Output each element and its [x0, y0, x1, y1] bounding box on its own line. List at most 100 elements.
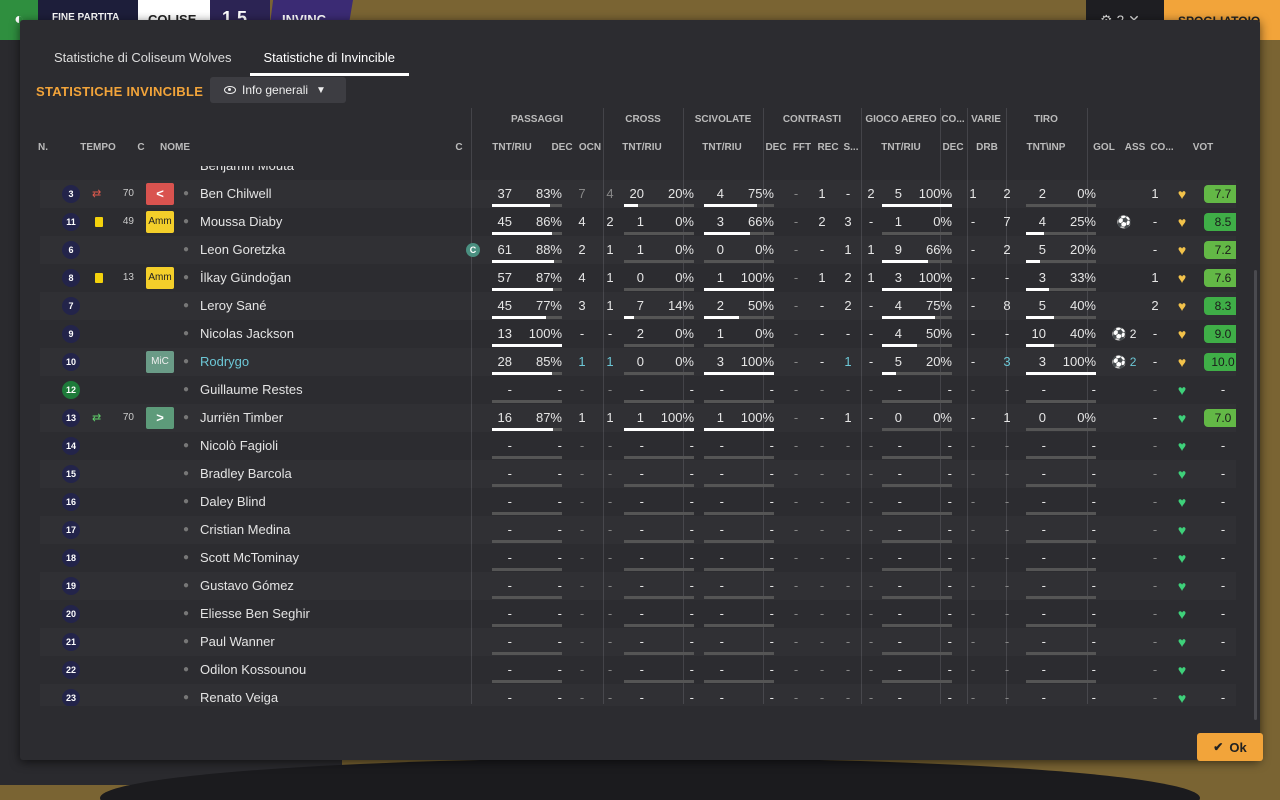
- pass-ocn: 4: [606, 186, 614, 201]
- rating: -: [1220, 466, 1226, 481]
- col-captain[interactable]: C: [452, 142, 466, 153]
- player-name[interactable]: Bradley Barcola: [200, 460, 460, 488]
- col-con-fft[interactable]: FFT: [790, 142, 814, 153]
- col-pass-tnt[interactable]: TNT/RIU: [482, 142, 542, 153]
- col-sciv-tnt[interactable]: TNT/RIU: [692, 142, 752, 153]
- player-name[interactable]: Ben Chilwell: [200, 180, 460, 208]
- rating-badge: 7.0: [1204, 409, 1236, 427]
- table-row[interactable]: 21 ● Paul Wanner - - - - - - - - - - - - - - - - - - - ♥ -: [40, 628, 1236, 656]
- ass: -: [1152, 690, 1158, 705]
- pass-ocn: -: [607, 494, 613, 509]
- player-name[interactable]: Nicolò Fagioli: [200, 432, 460, 460]
- pass-ocn: 1: [606, 270, 614, 285]
- pass-ocn: 1: [606, 298, 614, 313]
- ok-button[interactable]: ✔ Ok: [1197, 733, 1263, 761]
- player-name[interactable]: Odilon Kossounou: [200, 656, 460, 684]
- col-cross-tnt[interactable]: TNT/RIU: [612, 142, 672, 153]
- c-bar-track: [624, 624, 694, 627]
- p-bar-fill: [492, 204, 550, 207]
- table-row[interactable]: 6 ● Leon Goretzka C 61 88% 2 1 1 0% 0 0% - -1 1 9 66% -2 5…: [40, 236, 1236, 264]
- c-bar-track: [624, 484, 694, 487]
- table-row[interactable]: 10 MiC ● Rodrygo 28 85% 1 1 0 0% 3 100% - -1-5 20% -3 3 1…: [40, 348, 1236, 376]
- table-row[interactable]: 7 ● Leroy Sané 45 77% 3 1 7 14% 2 50% - -2-4 75% -8 5 40…: [40, 292, 1236, 320]
- table-row[interactable]: 19 ● Gustavo Gómez - - - - - - - - - - - - - - - - - - - ♥ -: [40, 572, 1236, 600]
- col-co-dec[interactable]: DEC: [940, 142, 966, 153]
- eye-icon: [224, 86, 236, 94]
- col-aereo-tnt[interactable]: TNT/RIU: [870, 142, 932, 153]
- player-name[interactable]: Leon Goretzka: [200, 236, 460, 264]
- player-name[interactable]: Cristian Medina: [200, 516, 460, 544]
- shirt-number-badge: 17: [62, 521, 80, 539]
- col-pass-ocn[interactable]: OCN: [576, 142, 604, 153]
- heart-icon: ♥: [1177, 578, 1187, 594]
- table-row[interactable]: 11 49 Amm ● Moussa Diaby 45 86% 4 2 1 0% 3 66% -2 3-1 0…: [40, 208, 1236, 236]
- table-row[interactable]: Benjamin Mouta: [40, 166, 1236, 180]
- pass-ocn: -: [607, 550, 613, 565]
- player-name[interactable]: Daley Blind: [200, 488, 460, 516]
- col-n[interactable]: N.: [38, 142, 52, 153]
- co-dec: -: [970, 662, 976, 677]
- table-row[interactable]: 23 ● Renato Veiga - - - - - - - - - - - - - - - - - - - ♥ -: [40, 684, 1236, 706]
- col-con-s[interactable]: S...: [841, 142, 861, 153]
- col-pass-dec[interactable]: DEC: [550, 142, 574, 153]
- p-bar-track: [492, 540, 562, 543]
- col-tiro-tnt[interactable]: TNT\INP: [1016, 142, 1076, 153]
- table-scrollbar[interactable]: [1254, 270, 1257, 720]
- con-fft: -: [819, 410, 825, 425]
- col-tempo[interactable]: TEMPO: [78, 142, 118, 153]
- pass-ocn: -: [607, 466, 613, 481]
- tab-home-stats[interactable]: Statistiche di Coliseum Wolves: [40, 44, 246, 76]
- table-row[interactable]: 16 ● Daley Blind - - - - - - - - - - - - - - - - - - - ♥ -: [40, 488, 1236, 516]
- col-co2[interactable]: CO...: [1148, 142, 1176, 153]
- col-nome[interactable]: NOME: [160, 142, 200, 153]
- col-vot[interactable]: VOT: [1186, 142, 1220, 153]
- co-dec: -: [970, 690, 976, 705]
- player-name[interactable]: Scott McTominay: [200, 544, 460, 572]
- table-row[interactable]: 13 ⇄ 70 > ● Jurriën Timber 16 87% 1 1 1 100% 1 100% - -…: [40, 404, 1236, 432]
- c-bar-track: [624, 456, 694, 459]
- con-fft: -: [819, 606, 825, 621]
- player-name[interactable]: Gustavo Gómez: [200, 572, 460, 600]
- a-bar-track: [882, 624, 952, 627]
- col-con-dec[interactable]: DEC: [764, 142, 788, 153]
- con-rec: -: [845, 466, 851, 481]
- player-name[interactable]: Jurriën Timber: [200, 404, 460, 432]
- con-dec: -: [793, 242, 799, 257]
- table-row[interactable]: 8 13 Amm ● İlkay Gündoğan 57 87% 4 1 0 0% 1 100% -1 2 1…: [40, 264, 1236, 292]
- pass-ocn: 1: [606, 410, 614, 425]
- table-row[interactable]: 22 ● Odilon Kossounou - - - - - - - - - - - - - - - - - - - ♥ -: [40, 656, 1236, 684]
- table-row[interactable]: 12 ● Guillaume Restes - - - - - - - - - - - - - - - - - - - ♥ -: [40, 376, 1236, 404]
- tab-away-stats[interactable]: Statistiche di Invincible: [249, 44, 410, 76]
- player-name[interactable]: Paul Wanner: [200, 628, 460, 656]
- con-s: -: [868, 410, 874, 425]
- col-con-rec[interactable]: REC: [816, 142, 840, 153]
- table-row[interactable]: 20 ● Eliesse Ben Seghir - - - - - - - - - - - - - - - - - - -…: [40, 600, 1236, 628]
- player-name[interactable]: Renato Veiga: [200, 684, 460, 706]
- col-varie-drb[interactable]: DRB: [974, 142, 1000, 153]
- player-name[interactable]: Eliesse Ben Seghir: [200, 600, 460, 628]
- pass-ocn: 1: [606, 354, 614, 369]
- s-bar-fill: [704, 232, 750, 235]
- c-bar-track: [624, 596, 694, 599]
- player-name[interactable]: Leroy Sané: [200, 292, 460, 320]
- player-name[interactable]: Nicolas Jackson: [200, 320, 460, 348]
- table-row[interactable]: 14 ● Nicolò Fagioli - - - - - - - - - - - - - - - - - - - ♥ -: [40, 432, 1236, 460]
- table-row[interactable]: 17 ● Cristian Medina - - - - - - - - - - - - - - - - - - - ♥ -: [40, 516, 1236, 544]
- table-row[interactable]: 9 ● Nicolas Jackson 13 100% - -2 0% 1 0% - - - -4 50% -…: [40, 320, 1236, 348]
- col-ass[interactable]: ASS: [1122, 142, 1148, 153]
- col-gol[interactable]: GOL: [1090, 142, 1118, 153]
- player-name[interactable]: Rodrygo: [200, 348, 460, 376]
- substitution-icon: ⇄: [92, 412, 102, 424]
- table-row[interactable]: 3 ⇄ 70 < ● Ben Chilwell 37 83% 7 4 20 20% 4 75% -1-2 5 1…: [40, 180, 1236, 208]
- player-icon: ●: [183, 692, 190, 703]
- view-dropdown[interactable]: Info generali ▼: [210, 77, 346, 103]
- player-name[interactable]: İlkay Gündoğan: [200, 264, 460, 292]
- drb: -: [1004, 466, 1010, 481]
- player-name[interactable]: Guillaume Restes: [200, 376, 460, 404]
- table-row[interactable]: 18 ● Scott McTominay - - - - - - - - - - - - - - - - - - - ♥ -: [40, 544, 1236, 572]
- table-row[interactable]: 15 ● Bradley Barcola - - - - - - - - - - - - - - - - - - - ♥ -: [40, 460, 1236, 488]
- col-c[interactable]: C: [134, 142, 148, 153]
- con-rec: -: [845, 186, 851, 201]
- co-dec: -: [970, 634, 976, 649]
- player-name[interactable]: Moussa Diaby: [200, 208, 460, 236]
